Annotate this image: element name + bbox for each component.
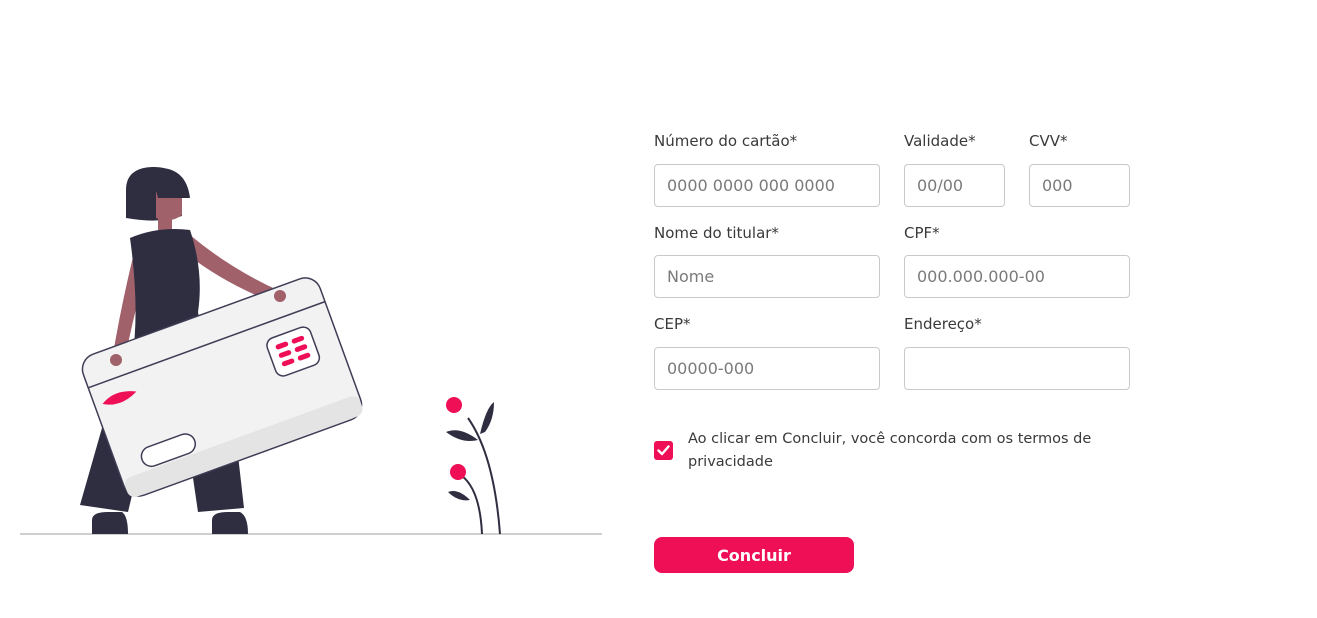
cpf-input[interactable]	[904, 255, 1130, 298]
validity-label: Validade*	[904, 132, 976, 150]
cvv-input[interactable]	[1029, 164, 1130, 207]
cpf-label: CPF*	[904, 224, 940, 242]
cep-label: CEP*	[654, 315, 691, 333]
checkmark-icon	[657, 445, 670, 456]
card-number-input[interactable]	[654, 164, 880, 207]
payment-form: Número do cartão* Validade* CVV* Nome do…	[654, 0, 1134, 618]
concluir-button[interactable]: Concluir	[654, 537, 854, 573]
hand-icon	[110, 354, 122, 366]
terms-checkbox[interactable]	[654, 441, 673, 460]
card-number-label: Número do cartão*	[654, 132, 798, 150]
validity-input[interactable]	[904, 164, 1005, 207]
hand-icon	[274, 290, 286, 302]
cvv-label: CVV*	[1029, 132, 1068, 150]
credit-card-icon	[81, 277, 363, 498]
terms-text: Ao clicar em Concluir, você concorda com…	[688, 431, 1092, 470]
holder-name-label: Nome do titular*	[654, 224, 779, 242]
holder-name-input[interactable]	[654, 255, 880, 298]
address-input[interactable]	[904, 347, 1130, 390]
cep-input[interactable]	[654, 347, 880, 390]
address-label: Endereço*	[904, 315, 982, 333]
plant-icon	[446, 397, 501, 535]
woman-holding-credit-card-illustration	[20, 166, 602, 535]
